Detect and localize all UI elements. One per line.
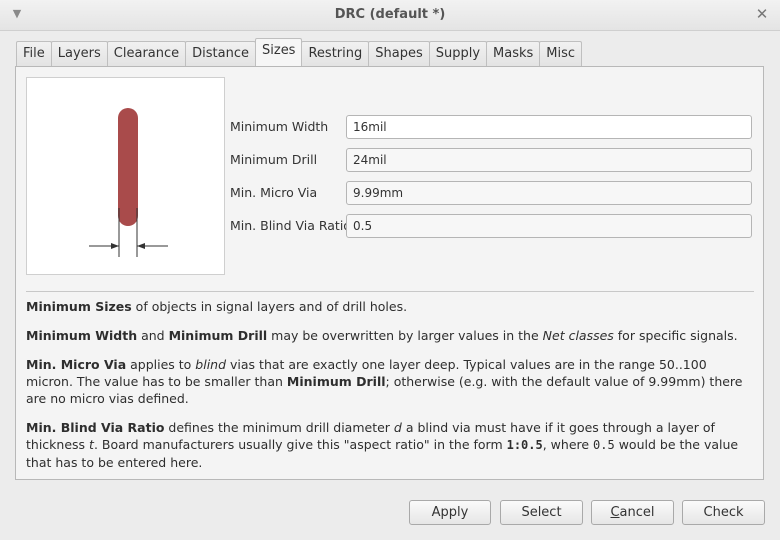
- arrowhead-left-icon: [111, 243, 119, 249]
- help-paragraph-blind-via-ratio: Min. Blind Via Ratio defines the minimum…: [26, 419, 754, 471]
- help-term-minimum-drill: Minimum Drill: [286, 374, 386, 389]
- help-code-value: 0.5: [593, 438, 615, 452]
- help-text-span: , where: [542, 437, 594, 452]
- help-term-blind: blind: [195, 357, 227, 372]
- trace-width-diagram: [89, 108, 168, 257]
- tab-bar: File Layers Clearance Distance Sizes Res…: [16, 38, 583, 66]
- micro-via-label: Min. Micro Via: [230, 185, 318, 200]
- help-text-span: and: [137, 328, 169, 343]
- help-text-span: . Board manufacturers usually give this …: [93, 437, 507, 452]
- min-width-label: Minimum Width: [230, 119, 329, 134]
- arrowhead-right-icon: [137, 243, 145, 249]
- tab-masks[interactable]: Masks: [486, 41, 541, 66]
- help-term-d: d: [393, 420, 402, 435]
- tab-restring[interactable]: Restring: [301, 41, 370, 66]
- title-bar: ▼ DRC (default *) ✕: [0, 0, 780, 31]
- help-term-minimum-width: Minimum Width: [26, 328, 138, 343]
- min-width-input[interactable]: [346, 115, 752, 139]
- help-term-minimum-sizes: Minimum Sizes: [26, 299, 132, 314]
- tab-sizes[interactable]: Sizes: [255, 38, 303, 66]
- cancel-button[interactable]: Cancel: [591, 500, 674, 525]
- cancel-label-mnemonic: C: [610, 505, 620, 520]
- tab-distance[interactable]: Distance: [185, 41, 256, 66]
- select-button[interactable]: Select: [500, 500, 583, 525]
- divider: [26, 291, 754, 292]
- help-code-ratio: 1:0.5: [506, 438, 543, 452]
- help-term-net-classes: Net classes: [542, 328, 614, 343]
- help-paragraph-width-drill: Minimum Width and Minimum Drill may be o…: [26, 327, 754, 344]
- cancel-label-rest: ancel: [619, 505, 655, 520]
- trace-shape: [118, 108, 138, 226]
- help-text-span: may be overwritten by larger values in t…: [267, 328, 543, 343]
- help-paragraph-micro-via: Min. Micro Via applies to blind vias tha…: [26, 356, 754, 407]
- help-term-minimum-drill: Minimum Drill: [168, 328, 268, 343]
- tab-shapes[interactable]: Shapes: [368, 41, 430, 66]
- micro-via-input[interactable]: [346, 181, 752, 205]
- tab-supply[interactable]: Supply: [428, 41, 488, 66]
- help-paragraph-sizes: Minimum Sizes of objects in signal layer…: [26, 298, 754, 315]
- window-title: DRC (default *): [334, 7, 446, 22]
- help-text: Minimum Sizes of objects in signal layer…: [26, 298, 754, 483]
- min-drill-label: Minimum Drill: [230, 152, 318, 167]
- blind-via-ratio-label: Min. Blind Via Ratio: [230, 218, 351, 233]
- min-drill-input[interactable]: [346, 148, 752, 172]
- help-text-span: applies to: [126, 357, 196, 372]
- help-text-span: of objects in signal layers and of drill…: [131, 299, 408, 314]
- tab-layers[interactable]: Layers: [50, 41, 108, 66]
- tab-file[interactable]: File: [16, 41, 52, 66]
- apply-button[interactable]: Apply: [409, 500, 491, 525]
- tab-misc[interactable]: Misc: [539, 41, 583, 66]
- blind-via-ratio-input[interactable]: [346, 214, 752, 238]
- check-button[interactable]: Check: [682, 500, 765, 525]
- sizes-panel: Minimum Width Minimum Drill Min. Micro V…: [15, 66, 764, 480]
- size-preview-image: [26, 77, 225, 275]
- tab-clearance[interactable]: Clearance: [106, 41, 187, 66]
- close-icon[interactable]: ✕: [754, 6, 770, 22]
- help-term-blind-via-ratio: Min. Blind Via Ratio: [26, 420, 165, 435]
- help-term-micro-via: Min. Micro Via: [26, 357, 127, 372]
- help-text-span: defines the minimum drill diameter: [164, 420, 394, 435]
- help-text-span: for specific signals.: [613, 328, 738, 343]
